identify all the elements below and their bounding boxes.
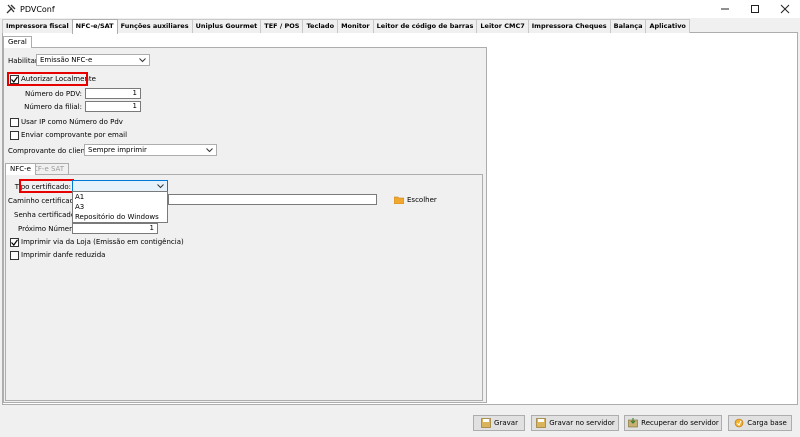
- tools-icon: [6, 4, 16, 14]
- carga-icon: [733, 418, 744, 429]
- tab-monitor[interactable]: Monitor: [337, 19, 374, 33]
- numero-filial-input[interactable]: 1: [85, 101, 141, 112]
- tab-impressora-cheques[interactable]: Impressora Cheques: [527, 19, 611, 33]
- tab-leitor-cmc7[interactable]: Leitor CMC7: [476, 19, 529, 33]
- numero-pdv-input[interactable]: 1: [85, 88, 141, 99]
- comprovante-value: Sempre imprimir: [88, 146, 147, 154]
- option-repositorio-windows[interactable]: Repositório do Windows: [73, 212, 167, 222]
- tab-funcoes-auxiliares[interactable]: Funções auxiliares: [116, 19, 193, 33]
- check-icon: [11, 239, 18, 246]
- autorizar-localmente-label: Autorizar Localmente: [21, 75, 96, 83]
- recover-icon: [627, 418, 638, 429]
- escolher-button[interactable]: Escolher: [394, 195, 437, 205]
- disk-icon: [535, 418, 546, 429]
- imprimir-danfe-label: Imprimir danfe reduzida: [21, 251, 106, 259]
- gravar-no-servidor-label: Gravar no servidor: [549, 419, 615, 427]
- comprovante-label: Comprovante do cliente:: [8, 147, 95, 155]
- maximize-button[interactable]: [740, 0, 770, 18]
- close-button[interactable]: [770, 0, 800, 18]
- tipo-certificado-label: Tipo certificado:: [14, 183, 71, 191]
- disk-icon: [480, 418, 491, 429]
- numero-filial-label: Número da filial:: [24, 103, 82, 111]
- proximo-numero-label: Próximo Número:: [18, 225, 79, 233]
- tab-teclado[interactable]: Teclado: [302, 19, 339, 33]
- option-a3[interactable]: A3: [73, 202, 167, 212]
- tab-aplicativo[interactable]: Aplicativo: [645, 19, 690, 33]
- autorizar-localmente-checkbox[interactable]: [10, 75, 19, 84]
- tab-leitor-codigo-barras[interactable]: Leitor de código de barras: [372, 19, 478, 33]
- carga-base-label: Carga base: [747, 419, 787, 427]
- carga-base-button[interactable]: Carga base: [728, 415, 792, 431]
- tab-impressora-fiscal[interactable]: Impressora fiscal: [2, 19, 73, 33]
- tipo-certificado-dropdown: A1 A3 Repositório do Windows: [72, 191, 168, 223]
- imprimir-danfe-checkbox[interactable]: [10, 251, 19, 260]
- proximo-numero-input[interactable]: 1: [72, 223, 158, 234]
- imprimir-via-loja-label: Imprimir via da Loja (Emissão em contigê…: [21, 238, 184, 246]
- gravar-label: Gravar: [494, 419, 518, 427]
- habilitar-select[interactable]: Emissão NFC-e: [36, 54, 150, 66]
- tab-nfce[interactable]: NFC-e: [5, 163, 36, 175]
- comprovante-select[interactable]: Sempre imprimir: [84, 144, 217, 156]
- tab-balanca[interactable]: Balança: [609, 19, 647, 33]
- imprimir-via-loja-checkbox[interactable]: [10, 238, 19, 247]
- chevron-down-icon: [137, 55, 147, 65]
- senha-certificado-label: Senha certificado:: [14, 211, 78, 219]
- chevron-down-icon: [155, 181, 165, 191]
- usar-ip-label: Usar IP como Número do Pdv: [21, 118, 123, 126]
- tab-tef-pos[interactable]: TEF / POS: [260, 19, 304, 33]
- main-tab-bar: Impressora fiscal NFC-e/SAT Funções auxi…: [2, 19, 798, 34]
- tab-geral[interactable]: Geral: [3, 36, 32, 48]
- gravar-no-servidor-button[interactable]: Gravar no servidor: [531, 415, 619, 431]
- chevron-down-icon: [204, 145, 214, 155]
- tab-nfce-sat[interactable]: NFC-e/SAT: [71, 19, 118, 34]
- caminho-certificado-label: Caminho certificado:: [8, 197, 81, 205]
- enviar-email-checkbox[interactable]: [10, 131, 19, 140]
- usar-ip-checkbox[interactable]: [10, 118, 19, 127]
- window-title: PDVConf: [20, 4, 55, 14]
- option-a1[interactable]: A1: [73, 192, 167, 202]
- title-bar: PDVConf: [0, 0, 800, 18]
- escolher-label: Escolher: [407, 196, 437, 204]
- recuperar-do-servidor-label: Recuperar do servidor: [641, 419, 719, 427]
- numero-pdv-label: Número do PDV:: [24, 90, 82, 98]
- minimize-button[interactable]: [710, 0, 740, 18]
- check-icon: [11, 76, 18, 83]
- gravar-button[interactable]: Gravar: [473, 415, 525, 431]
- folder-icon: [394, 196, 404, 204]
- habilitar-value: Emissão NFC-e: [40, 56, 93, 64]
- tab-uniplus-gourmet[interactable]: Uniplus Gourmet: [191, 19, 262, 33]
- caminho-certificado-input[interactable]: [168, 194, 377, 205]
- recuperar-do-servidor-button[interactable]: Recuperar do servidor: [624, 415, 722, 431]
- enviar-email-label: Enviar comprovante por email: [21, 131, 128, 139]
